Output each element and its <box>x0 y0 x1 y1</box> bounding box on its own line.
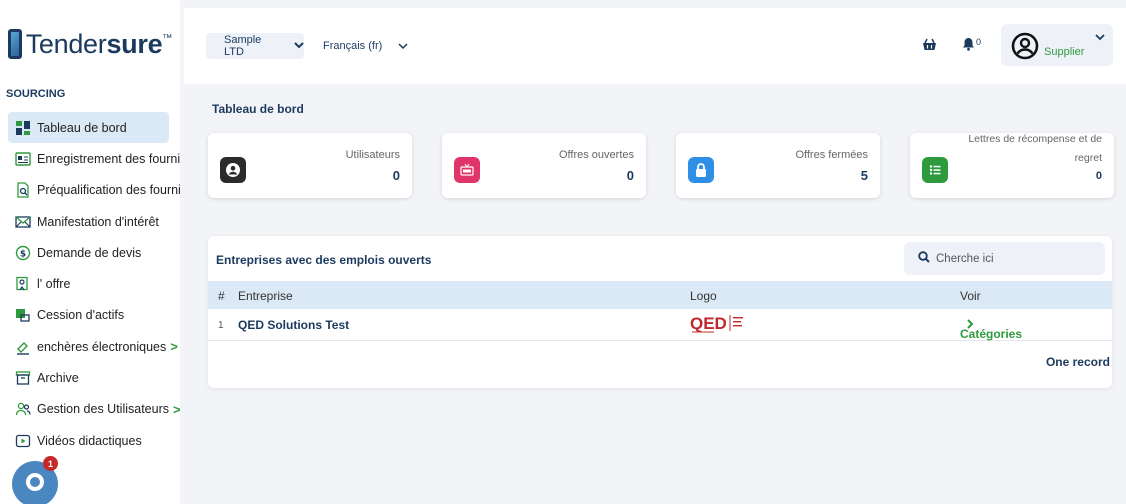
user-menu[interactable]: Supplier <box>1001 24 1113 66</box>
column-header-number: # <box>218 289 225 303</box>
view-categories-label: Catégories <box>960 327 1023 341</box>
sidebar-item-tutorial-videos[interactable]: Vidéos didactiques <box>8 425 180 456</box>
logo-mark-icon <box>8 29 22 59</box>
id-card-icon <box>14 150 32 168</box>
user-role: Supplier <box>1044 46 1085 58</box>
sidebar-item-label: l' offre <box>37 277 71 292</box>
view-categories-link[interactable]: Catégories <box>960 318 1022 341</box>
row-number: 1 <box>218 320 224 331</box>
sidebar-item-archive[interactable]: Archive <box>8 362 180 393</box>
stat-card-users[interactable]: Utilisateurs 0 <box>208 133 412 198</box>
sidebar-item-tender[interactable]: l' offre <box>8 268 180 299</box>
sidebar-item-supplier-registration[interactable]: Enregistrement des fournisseurs <box>8 143 180 174</box>
search-icon <box>918 250 930 268</box>
stat-label: Lettres de récompense et de regret <box>968 133 1102 164</box>
document-search-icon <box>14 181 32 199</box>
stat-card-closed-tenders[interactable]: Offres fermées 5 <box>676 133 880 198</box>
dashboard-icon <box>14 119 32 137</box>
tender-icon <box>14 275 32 293</box>
chevron-right-icon: > <box>170 339 178 355</box>
user-circle-icon <box>220 157 246 183</box>
user-circle-icon <box>1011 32 1039 65</box>
sidebar-item-dashboard[interactable]: Tableau de bord <box>8 112 169 144</box>
search-box[interactable] <box>904 242 1105 275</box>
column-header-company[interactable]: Entreprise <box>238 289 293 303</box>
stat-value: 0 <box>392 168 400 183</box>
brand-name: Tendersure™ <box>25 28 173 59</box>
sidebar-item-label: Archive <box>37 371 79 386</box>
sidebar-item-label: enchères électroniques <box>37 339 167 354</box>
chevron-down-icon <box>1095 30 1105 44</box>
notification-bell[interactable]: 0 <box>962 37 981 56</box>
dollar-circle-icon: $ <box>14 244 32 262</box>
sidebar-item-label: Vidéos didactiques <box>37 433 142 448</box>
logo-wordmark: QED <box>690 314 727 333</box>
sidebar-item-label: Enregistrement des fournisseurs <box>37 151 180 166</box>
sidebar-item-label: Demande de devis <box>37 245 142 260</box>
play-icon <box>14 432 32 450</box>
sidebar-item-quote-request[interactable]: $ Demande de devis <box>8 237 180 268</box>
stat-card-award-letters[interactable]: Lettres de récompense et de regret 0 <box>910 133 1114 198</box>
page-title: Tableau de bord <box>212 102 304 116</box>
chat-badge: 1 <box>43 456 58 471</box>
basket-icon[interactable] <box>922 38 937 56</box>
sidebar: Tendersure™ SOURCING Tableau de bord Enr… <box>0 0 180 504</box>
sidebar-item-label: Tableau de bord <box>37 120 127 135</box>
sidebar-item-label: Cession d'actifs <box>37 308 125 323</box>
company-name: QED Solutions Test <box>238 318 350 332</box>
language-select[interactable]: Français (fr) <box>323 33 408 59</box>
sidebar-item-label: Préqualification des fournisseurs <box>37 183 180 198</box>
panel-title: Entreprises avec des emplois ouverts <box>216 253 432 267</box>
sidebar-item-expression-of-interest[interactable]: Manifestation d'intérêt <box>8 206 180 237</box>
asset-icon <box>14 306 32 324</box>
column-header-view: Voir <box>960 289 981 303</box>
top-bar: Sample LTD Français (fr) 0 Supplier <box>184 8 1126 84</box>
sidebar-item-e-auctions[interactable]: enchères électroniques > <box>8 331 180 362</box>
brand-logo[interactable]: Tendersure™ <box>4 10 172 78</box>
company-select[interactable]: Sample LTD <box>206 33 304 59</box>
language-select-value: Français (fr) <box>323 40 383 52</box>
stat-value: 0 <box>1095 170 1102 182</box>
live-icon <box>454 157 480 183</box>
svg-text:$: $ <box>20 249 26 259</box>
users-icon <box>14 400 32 418</box>
chevron-down-icon <box>398 39 408 53</box>
company-logo: QED <box>690 312 752 334</box>
sidebar-section-label: SOURCING <box>6 88 66 100</box>
chevron-down-icon <box>294 40 304 52</box>
record-count: One record <box>1045 355 1110 369</box>
chat-icon <box>24 471 46 498</box>
sidebar-item-label: Gestion des Utilisateurs <box>37 402 170 417</box>
archive-icon <box>14 369 32 387</box>
envelope-icon <box>14 213 32 231</box>
lock-icon <box>688 157 714 183</box>
stat-label: Offres fermées <box>795 149 868 161</box>
bell-icon <box>962 37 975 56</box>
stat-label: Utilisateurs <box>345 149 400 161</box>
sidebar-item-supplier-prequalification[interactable]: Préqualification des fournisseurs <box>8 175 180 206</box>
table-row: 1 QED Solutions Test QED Catégories <box>208 309 1112 341</box>
sidebar-item-user-management[interactable]: Gestion des Utilisateurs > <box>8 394 180 425</box>
stat-value: 0 <box>626 168 634 183</box>
stat-label: Offres ouvertes <box>559 149 634 161</box>
table-header: # Entreprise Logo Voir <box>208 281 1112 309</box>
sidebar-item-asset-disposal[interactable]: Cession d'actifs <box>8 300 180 331</box>
stat-card-open-tenders[interactable]: Offres ouvertes 0 <box>442 133 646 198</box>
chevron-right-icon: > <box>173 401 180 417</box>
sidebar-nav: Tableau de bord Enregistrement des fourn… <box>8 112 180 456</box>
sidebar-item-label: Manifestation d'intérêt <box>37 214 159 229</box>
column-header-logo: Logo <box>690 289 717 303</box>
stat-value: 5 <box>860 168 868 183</box>
companies-panel: Entreprises avec des emplois ouverts # E… <box>208 236 1112 388</box>
search-input[interactable] <box>936 252 1096 265</box>
company-select-value: Sample LTD <box>224 34 262 58</box>
notification-count: 0 <box>976 37 982 47</box>
gavel-icon <box>14 338 32 356</box>
